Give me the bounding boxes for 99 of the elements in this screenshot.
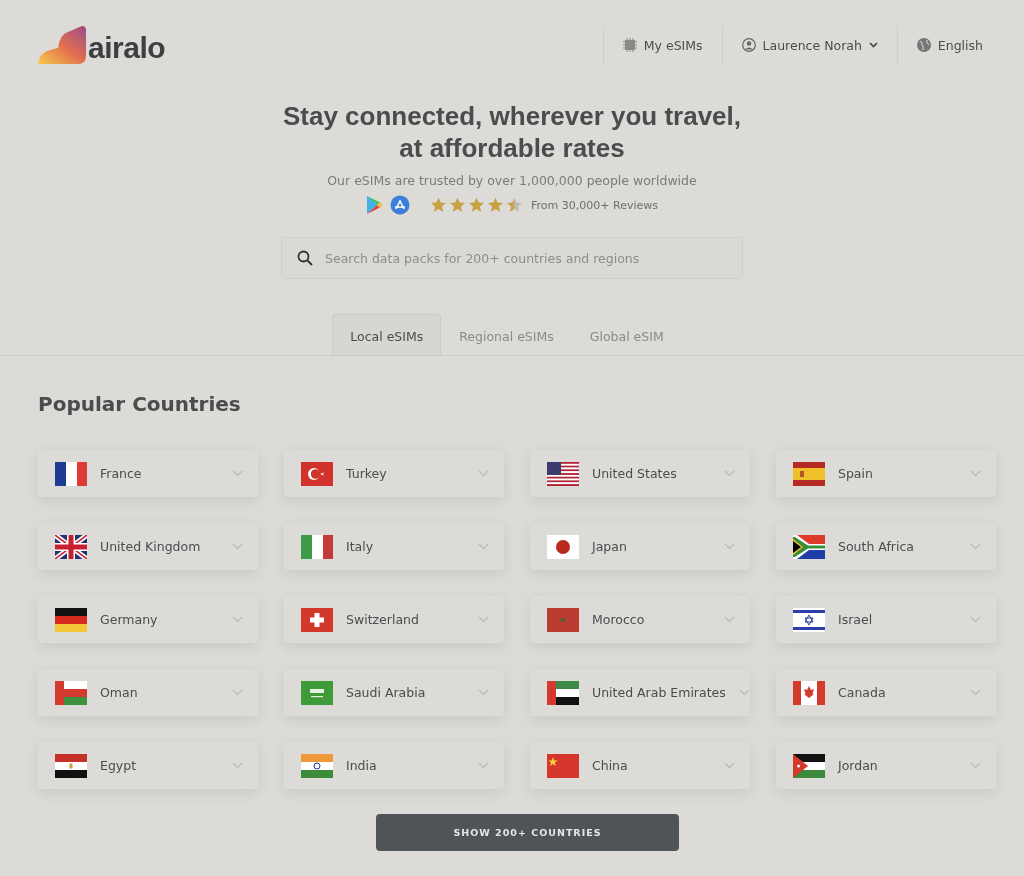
flag-icon — [793, 534, 825, 559]
chevron-icon — [724, 762, 735, 769]
country-name: Saudi Arabia — [346, 685, 427, 700]
reviews-count: From 30,000+ Reviews — [531, 198, 658, 212]
country-card[interactable]: China — [530, 742, 750, 789]
country-card[interactable]: Spain — [776, 450, 996, 497]
flag-icon — [301, 461, 333, 486]
country-card[interactable]: Israel — [776, 596, 996, 643]
logo-icon — [38, 26, 86, 64]
country-name: South Africa — [838, 539, 915, 554]
flag-icon — [301, 680, 333, 705]
country-card[interactable]: Japan — [530, 523, 750, 570]
globe-icon — [916, 38, 931, 52]
chevron-icon — [478, 470, 489, 477]
flag-icon — [301, 607, 333, 632]
country-card[interactable]: Egypt — [38, 742, 258, 789]
flag-icon — [301, 534, 333, 559]
chevron-icon — [232, 543, 243, 550]
tab[interactable]: Local eSIMs — [332, 314, 442, 355]
nav-link[interactable]: Laurence Norah — [721, 26, 897, 64]
chevron-icon — [724, 470, 735, 477]
chevron-icon — [970, 470, 981, 477]
play-store-icon[interactable] — [366, 195, 385, 215]
hero-subtitle: Our eSIMs are trusted by over 1,000,000 people worldwide — [327, 173, 697, 188]
country-card[interactable]: United Kingdom — [38, 523, 258, 570]
flag-icon — [55, 534, 87, 559]
chevron-icon — [970, 762, 981, 769]
country-card[interactable]: Germany — [38, 596, 258, 643]
country-name: Switzerland — [346, 612, 420, 627]
flag-icon — [301, 753, 333, 778]
flag-icon — [55, 461, 87, 486]
flag-icon — [793, 753, 825, 778]
chevron-icon — [970, 616, 981, 623]
country-card[interactable]: Jordan — [776, 742, 996, 789]
user-icon — [741, 38, 756, 52]
country-card[interactable]: Switzerland — [284, 596, 504, 643]
country-card[interactable]: Canada — [776, 669, 996, 716]
country-card[interactable]: South Africa — [776, 523, 996, 570]
country-name: Egypt — [100, 758, 138, 773]
country-name: Japan — [592, 539, 628, 554]
country-name: Turkey — [346, 466, 388, 481]
flag-icon — [547, 607, 579, 632]
chevron-icon — [724, 616, 735, 623]
chevron-icon — [478, 762, 489, 769]
country-name: United Kingdom — [100, 539, 202, 554]
country-card[interactable]: Oman — [38, 669, 258, 716]
country-card[interactable]: India — [284, 742, 504, 789]
chevron-icon — [970, 689, 981, 696]
flag-icon — [793, 461, 825, 486]
flag-icon — [547, 753, 579, 778]
chevron-icon — [478, 689, 489, 696]
country-card[interactable]: Italy — [284, 523, 504, 570]
flag-icon — [547, 680, 579, 705]
app-store-icon[interactable] — [390, 195, 411, 215]
hero-title: Stay connected, wherever you travel, at affordable rates — [281, 100, 743, 164]
country-card[interactable]: United Arab Emirates — [530, 669, 750, 716]
chevron-icon — [232, 616, 243, 623]
caret-icon — [868, 42, 878, 48]
flag-icon — [55, 753, 87, 778]
country-name: Jordan — [838, 758, 879, 773]
flag-icon — [793, 607, 825, 632]
search-field[interactable]: Search data packs for 200+ countries and regions — [281, 237, 743, 279]
country-name: Oman — [100, 685, 139, 700]
chevron-icon — [232, 689, 243, 696]
chip-icon — [622, 38, 637, 52]
chevron-icon — [738, 689, 750, 696]
chevron-icon — [724, 543, 735, 550]
country-card[interactable]: Saudi Arabia — [284, 669, 504, 716]
country-name: Morocco — [592, 612, 646, 627]
country-card[interactable]: France — [38, 450, 258, 497]
show-more-button[interactable]: SHOW 200+ COUNTRIES — [376, 814, 679, 851]
flag-icon — [793, 680, 825, 705]
country-name: India — [346, 758, 378, 773]
country-name: United States — [592, 466, 678, 481]
chevron-icon — [478, 616, 489, 623]
nav-link[interactable]: English — [896, 26, 1002, 64]
flag-icon — [55, 607, 87, 632]
country-card[interactable]: United States — [530, 450, 750, 497]
country-card[interactable]: Morocco — [530, 596, 750, 643]
country-name: Spain — [838, 466, 874, 481]
chevron-icon — [232, 762, 243, 769]
search-icon — [297, 250, 313, 266]
country-name: Israel — [838, 612, 874, 627]
chevron-icon — [478, 543, 489, 550]
nav-link[interactable]: My eSIMs — [602, 26, 722, 64]
country-card[interactable]: Turkey — [284, 450, 504, 497]
country-name: Italy — [346, 539, 375, 554]
flag-icon — [547, 534, 579, 559]
country-name: Germany — [100, 612, 159, 627]
flag-icon — [55, 680, 87, 705]
country-name: Canada — [838, 685, 887, 700]
logo-text[interactable]: airalo — [88, 32, 166, 64]
chevron-icon — [232, 470, 243, 477]
country-name: China — [592, 758, 629, 773]
chevron-icon — [970, 543, 981, 550]
flag-icon — [547, 461, 579, 486]
country-name: United Arab Emirates — [592, 685, 726, 700]
section-title: Popular Countries — [38, 392, 242, 416]
country-name: France — [100, 466, 143, 481]
